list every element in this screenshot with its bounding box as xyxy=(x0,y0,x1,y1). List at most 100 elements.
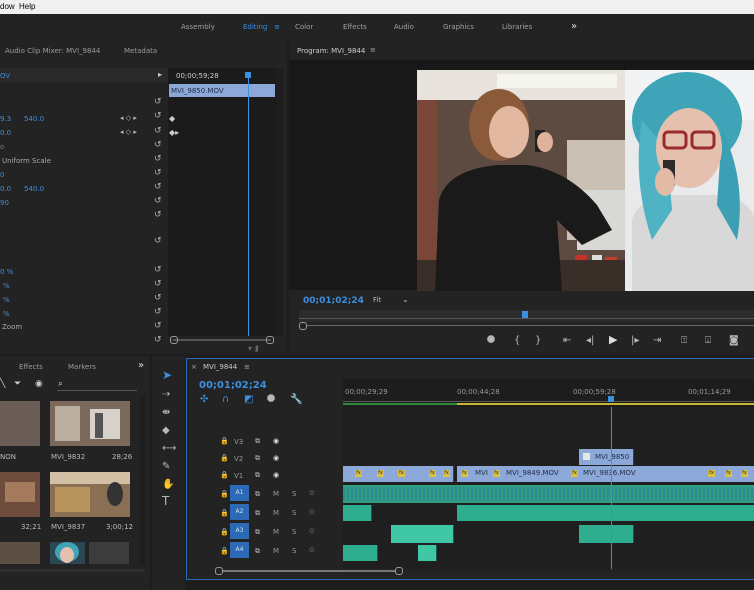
sync-icon[interactable]: ⧉ xyxy=(255,471,260,480)
pen-tool-icon[interactable]: ✎ xyxy=(162,462,170,472)
reset-icon[interactable]: ↺ xyxy=(154,98,164,107)
reset-icon[interactable]: ↺ xyxy=(154,266,164,275)
clip-a4[interactable] xyxy=(418,545,437,561)
export-frame-icon[interactable]: ◙ xyxy=(729,336,739,346)
panel-menu-icon[interactable]: ≡ xyxy=(244,363,250,371)
editing-menu-icon[interactable]: ≡ xyxy=(274,23,280,31)
go-to-in-icon[interactable]: ⇤ xyxy=(563,336,571,346)
list-view-icon[interactable]: ╲ xyxy=(0,379,5,389)
reset-icon[interactable]: ↺ xyxy=(154,280,164,289)
lock-icon[interactable]: 🔒 xyxy=(220,547,229,555)
ec-scrollbar[interactable] xyxy=(277,68,283,336)
program-timecode[interactable]: 00;01;02;24 xyxy=(303,296,364,306)
eye-icon[interactable]: ◉ xyxy=(273,454,279,462)
sequence-tab[interactable]: MVI_9844 xyxy=(203,363,237,371)
mute-button[interactable]: M xyxy=(273,490,279,498)
ripple-edit-icon[interactable]: ⇼ xyxy=(162,408,170,418)
reset-icon[interactable]: ↺ xyxy=(154,336,164,345)
keyframe-icon[interactable]: ◆ xyxy=(169,114,175,123)
more-workspaces-icon[interactable]: » xyxy=(571,21,577,32)
reset-icon[interactable]: ↺ xyxy=(154,127,164,136)
row6-value-b[interactable]: 540.0 xyxy=(24,185,44,193)
selection-tool-icon[interactable]: ➤ xyxy=(162,369,172,381)
slip-tool-icon[interactable]: ⟷ xyxy=(162,444,176,454)
track-target-a4[interactable]: A4 xyxy=(230,542,249,558)
program-zoom-bar[interactable] xyxy=(299,322,754,330)
effects-tab[interactable]: Effects xyxy=(19,363,43,371)
solo-button[interactable]: S xyxy=(292,547,296,555)
timeline-zoom-bar[interactable] xyxy=(215,567,754,575)
reset-icon[interactable]: ↺ xyxy=(154,141,164,150)
clip-thumbnail[interactable] xyxy=(50,542,85,564)
lock-icon[interactable]: 🔒 xyxy=(220,471,229,479)
reset-icon[interactable]: ↺ xyxy=(154,183,164,192)
clip-thumbnail[interactable] xyxy=(50,472,130,517)
go-to-out-icon[interactable]: ⇥ xyxy=(653,336,661,346)
add-marker-icon[interactable]: ⯃ xyxy=(267,395,275,405)
step-forward-icon[interactable]: |▸ xyxy=(631,336,639,346)
extract-icon[interactable]: ⍗ xyxy=(705,336,711,346)
search-input[interactable] xyxy=(57,390,137,391)
solo-button[interactable]: S xyxy=(292,528,296,536)
mic-icon[interactable]: ⊙ xyxy=(309,546,315,554)
time-ruler[interactable]: 00;00;29;29 00;00;44;28 00;00;59;28 00;0… xyxy=(343,379,754,407)
reset-icon[interactable]: ↺ xyxy=(154,197,164,206)
clip-thumbnail[interactable] xyxy=(50,401,130,446)
percent-value-1[interactable]: 0 % xyxy=(0,268,13,276)
clip-thumbnail[interactable] xyxy=(0,401,40,446)
lock-icon[interactable]: 🔒 xyxy=(220,528,229,536)
mark-in-icon[interactable]: { xyxy=(514,336,520,346)
mute-button[interactable]: M xyxy=(273,528,279,536)
mic-icon[interactable]: ⊙ xyxy=(309,508,315,516)
lock-icon[interactable]: 🔒 xyxy=(220,437,229,445)
sync-icon[interactable]: ⧉ xyxy=(255,528,260,537)
audio-mixer-tab[interactable]: Audio Clip Mixer: MVI_9844 xyxy=(5,47,100,55)
track-select-icon[interactable]: ⇢ xyxy=(162,390,170,400)
razor-tool-icon[interactable]: ◆ xyxy=(162,426,170,436)
tab-graphics[interactable]: Graphics xyxy=(443,23,474,31)
tab-assembly[interactable]: Assembly xyxy=(181,23,215,31)
play-arrow-icon[interactable]: ▸ xyxy=(158,70,162,79)
percent-value-3[interactable]: % xyxy=(3,296,10,304)
row6-value-a[interactable]: 0.0 xyxy=(0,185,11,193)
clip-thumbnail[interactable] xyxy=(89,542,129,564)
sync-icon[interactable]: ⧉ xyxy=(255,509,260,518)
type-tool-icon[interactable]: T xyxy=(162,495,169,507)
reset-icon[interactable]: ↺ xyxy=(154,155,164,164)
fit-dropdown[interactable]: Fit xyxy=(373,296,381,304)
sync-icon[interactable]: ⧉ xyxy=(255,547,260,556)
eye-icon[interactable]: ◉ xyxy=(273,471,279,479)
lock-icon[interactable]: 🔒 xyxy=(220,454,229,462)
lift-icon[interactable]: ⍐ xyxy=(681,336,687,346)
percent-value-4[interactable]: % xyxy=(3,310,10,318)
program-title[interactable]: Program: MVI_9844 xyxy=(297,47,365,55)
sync-icon[interactable]: ⧉ xyxy=(255,437,260,446)
percent-value-2[interactable]: % xyxy=(3,282,10,290)
settings-wrench-icon[interactable]: 🔧 xyxy=(290,395,302,405)
reset-icon[interactable]: ↺ xyxy=(154,112,164,121)
row2-value[interactable]: 0.0 xyxy=(0,129,11,137)
lock-icon[interactable]: 🔒 xyxy=(220,509,229,517)
sync-icon[interactable]: ⧉ xyxy=(255,454,260,463)
search-icon[interactable]: ⌕ xyxy=(58,379,63,389)
metadata-tab[interactable]: Metadata xyxy=(124,47,157,55)
clip-a3[interactable] xyxy=(579,525,634,543)
hand-tool-icon[interactable]: ✋ xyxy=(162,480,174,490)
timeline-playhead-head[interactable] xyxy=(608,396,614,402)
clip-a3[interactable] xyxy=(391,525,454,543)
track-area[interactable]: MVI_9850 fx fx fx fx fx fx MVI fx MVI_98… xyxy=(343,407,754,569)
mic-icon[interactable]: ⊙ xyxy=(309,527,315,535)
tab-editing[interactable]: Editing xyxy=(243,23,267,31)
reset-icon[interactable]: ↺ xyxy=(154,322,164,331)
tab-audio[interactable]: Audio xyxy=(394,23,414,31)
add-marker-icon[interactable]: ⯃ xyxy=(487,336,495,346)
mic-icon[interactable]: ⊙ xyxy=(309,489,315,497)
filter-icon[interactable]: ⏷ xyxy=(14,379,21,389)
pos-x-value[interactable]: 9.3 xyxy=(0,115,11,123)
ec-zoom-bar[interactable] xyxy=(169,336,275,344)
clip-a2[interactable] xyxy=(457,505,754,521)
track-target-a2[interactable]: A2 xyxy=(230,504,249,520)
mute-button[interactable]: M xyxy=(273,547,279,555)
row7-value[interactable]: 90 xyxy=(0,199,9,207)
menu-window[interactable]: dow xyxy=(0,2,15,11)
